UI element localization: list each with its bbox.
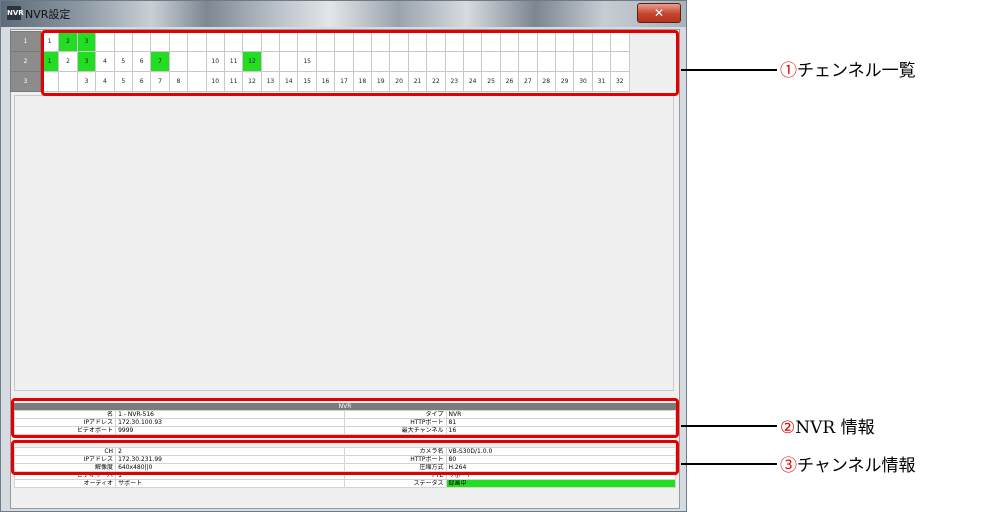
callout-text: NVR 情報 (795, 418, 875, 438)
channel-info-leader-line (681, 463, 777, 465)
app-icon: NVR (7, 6, 24, 20)
callout-text: チャンネル情報 (797, 456, 916, 476)
grid-empty-area (14, 95, 674, 391)
nvr-row-header[interactable]: 1 (10, 31, 41, 52)
audio-label: オーディオ (13, 479, 117, 488)
channel-list-callout-label: ①チェンネル一覧 (780, 56, 916, 81)
title-bar[interactable]: NVR NVR設定 ✕ (1, 1, 686, 27)
nvr-info-callout-label: ②NVR 情報 (780, 413, 875, 438)
channel-info-row: オーディオ サポート ステータス 録画中 (13, 479, 677, 488)
audio-value: サポート (115, 479, 346, 488)
nvr-info-callout-box (11, 398, 679, 438)
channel-info-callout-box (11, 440, 679, 475)
callout-text: チェンネル一覧 (797, 61, 916, 81)
window-title: NVR設定 (25, 8, 71, 21)
status-value: 録画中 (445, 479, 677, 488)
nvr-info-leader-line (681, 425, 777, 427)
channel-list-leader-line (681, 69, 777, 71)
channel-list-callout-box (41, 30, 679, 96)
callout-number: ② (780, 418, 796, 438)
status-label: ステータス (344, 479, 447, 488)
nvr-row-header[interactable]: 2 (10, 51, 41, 72)
nvr-row-header[interactable]: 3 (10, 71, 41, 92)
close-button[interactable]: ✕ (637, 3, 681, 23)
channel-info-callout-label: ③チャンネル情報 (780, 451, 916, 476)
callout-number: ③ (780, 456, 797, 476)
callout-number: ① (780, 61, 797, 81)
